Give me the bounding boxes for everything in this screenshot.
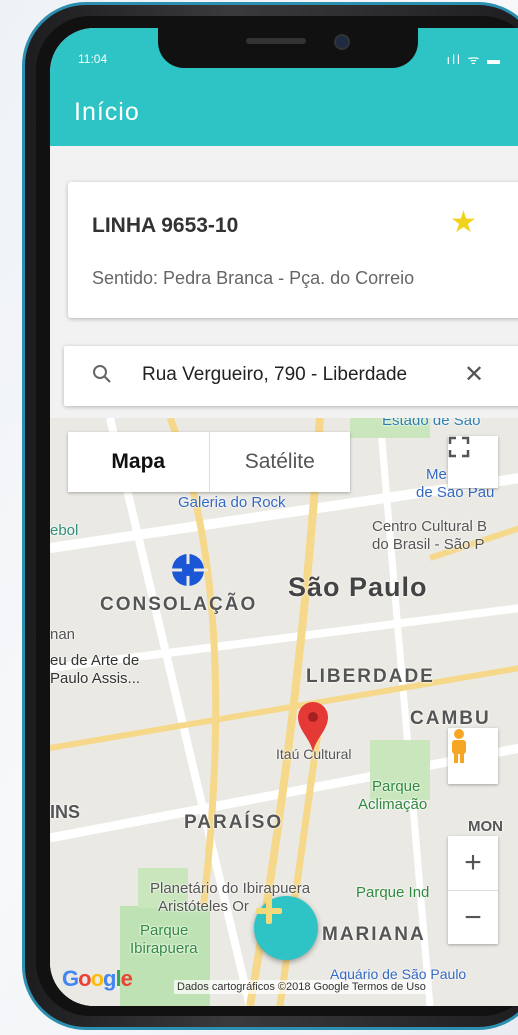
- pegman-icon: [452, 729, 466, 763]
- map-label: Estado de São: [382, 418, 481, 429]
- map-label: Parque Ind: [356, 884, 430, 901]
- app-screen: 11:04 ıll ᯤ ▬ Início LINHA 9653-10 ★ Sen…: [50, 28, 518, 1006]
- map-label: nan: [50, 626, 76, 643]
- map-label: Planetário do Ibirapuera: [150, 880, 311, 897]
- map-label: MON: [468, 818, 503, 835]
- map-label: do Brasil - São P: [372, 536, 485, 553]
- map-label: INS: [50, 802, 81, 822]
- map-label: Paulo Assis...: [50, 670, 141, 687]
- map-pin-icon[interactable]: [296, 700, 330, 754]
- street-view-button[interactable]: [448, 728, 498, 784]
- search-bar[interactable]: Rua Vergueiro, 790 - Liberdade ✕: [64, 346, 518, 406]
- star-icon[interactable]: ★: [450, 208, 477, 238]
- tab-mapa[interactable]: Mapa: [68, 432, 210, 492]
- bus-line-card[interactable]: LINHA 9653-10 ★ Sentido: Pedra Branca - …: [68, 182, 518, 318]
- map-label: Ibirapuera: [130, 940, 198, 957]
- map-label: MARIANA: [322, 924, 426, 945]
- map-label: CONSOLAÇÃO: [100, 594, 258, 615]
- close-icon[interactable]: ✕: [464, 360, 484, 389]
- app-header: 11:04 ıll ᯤ ▬ Início: [50, 28, 518, 146]
- map-label: Centro Cultural B: [372, 518, 488, 535]
- tab-satelite[interactable]: Satélite: [210, 432, 351, 492]
- map-label: Aclimação: [358, 796, 428, 813]
- location-marker-icon[interactable]: [168, 550, 208, 590]
- zoom-out-button[interactable]: −: [448, 891, 498, 945]
- google-logo: Google: [62, 966, 133, 991]
- map-label: PARAÍSO: [184, 812, 284, 833]
- status-time: 11:04: [78, 52, 108, 66]
- map-type-toggle: Mapa Satélite: [68, 432, 350, 492]
- map-label: Aristóteles Or: [158, 898, 249, 915]
- line-direction: Sentido: Pedra Branca - Pça. do Correio: [92, 268, 415, 288]
- camera: [334, 34, 350, 50]
- map-label: eu de Arte de: [50, 652, 140, 669]
- map-label: Parque: [140, 922, 189, 939]
- map-label: Parque: [372, 778, 421, 795]
- line-title: LINHA 9653-10: [92, 214, 239, 237]
- map-label: São Paulo: [288, 572, 428, 602]
- status-icons: ıll ᯤ ▬: [446, 52, 502, 67]
- map-label: Galeria do Rock: [178, 494, 286, 511]
- plus-icon: [256, 898, 282, 924]
- search-input[interactable]: Rua Vergueiro, 790 - Liberdade: [142, 364, 432, 386]
- fullscreen-icon: [448, 436, 470, 458]
- map-label: ebol: [50, 522, 79, 539]
- map-credit[interactable]: Dados cartográficos ©2018 Google Termos …: [174, 980, 429, 994]
- zoom-in-button[interactable]: +: [448, 836, 498, 891]
- map-label: LIBERDADE: [306, 666, 435, 687]
- map-view[interactable]: Estado de São Galeria do Rock Mer de São…: [50, 418, 518, 1006]
- fullscreen-button[interactable]: [448, 436, 498, 488]
- phone-notch: [158, 28, 418, 68]
- add-button[interactable]: [254, 896, 318, 960]
- page-title: Início: [74, 98, 140, 126]
- map-label: CAMBU: [410, 708, 491, 729]
- search-icon: [93, 365, 111, 383]
- speaker: [246, 38, 306, 44]
- zoom-control: + −: [448, 836, 498, 944]
